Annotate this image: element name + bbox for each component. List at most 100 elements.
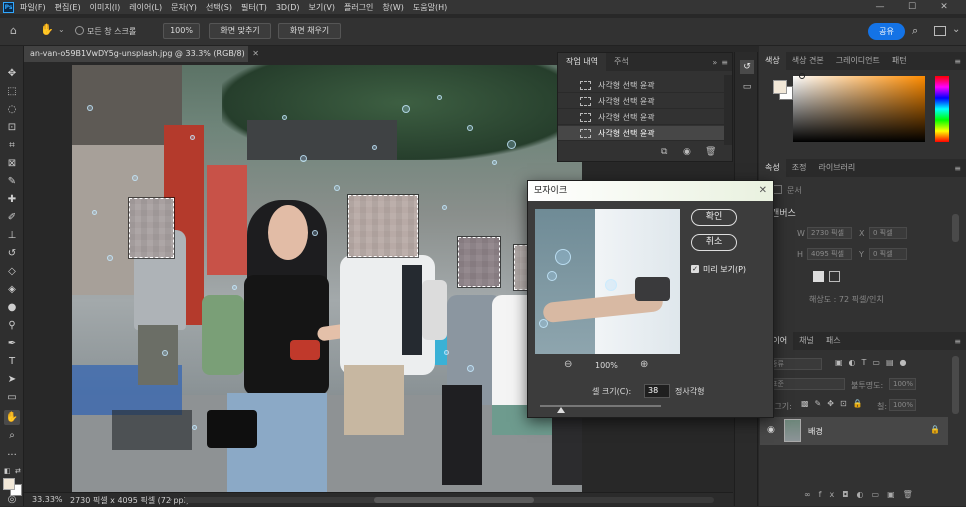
hue-slider[interactable]: [935, 76, 949, 142]
new-document-from-state-icon[interactable]: ⧉: [661, 147, 667, 157]
search-icon[interactable]: ⌕: [912, 24, 918, 38]
panel-menu-icon[interactable]: ≡: [954, 337, 966, 346]
tab-swatches[interactable]: 색상 견본: [786, 52, 830, 70]
fill-field[interactable]: 100%: [889, 399, 916, 411]
menu-item[interactable]: 문자(Y): [171, 2, 197, 13]
history-brush-tool-icon[interactable]: ↺: [4, 246, 20, 261]
color-picker-cursor[interactable]: [799, 73, 805, 79]
cancel-button[interactable]: 취소: [691, 234, 737, 251]
crop-tool-icon[interactable]: ⌗: [4, 138, 20, 153]
scrollbar-thumb[interactable]: [374, 497, 534, 503]
snapshot-camera-icon[interactable]: ◉: [683, 147, 691, 157]
foreground-color-swatch[interactable]: [773, 80, 787, 94]
menu-item[interactable]: 3D(D): [276, 3, 300, 12]
frame-tool-icon[interactable]: ⊠: [4, 156, 20, 171]
home-icon[interactable]: ⌂: [10, 24, 17, 37]
comments-panel-icon[interactable]: ▭: [740, 80, 754, 94]
tab-color[interactable]: 색상: [759, 52, 786, 70]
history-row[interactable]: 사각형 선택 윤곽: [558, 126, 724, 141]
path-selection-tool-icon[interactable]: ➤: [4, 372, 20, 387]
cell-size-input[interactable]: 38: [644, 384, 670, 398]
object-selection-tool-icon[interactable]: ⊡: [4, 120, 20, 135]
tab-patterns[interactable]: 패턴: [886, 52, 913, 70]
default-colors-icon[interactable]: ◧: [4, 467, 11, 475]
workspace-chevron-icon[interactable]: ⌄: [952, 24, 960, 35]
scroll-all-checkbox[interactable]: [75, 26, 84, 35]
swap-colors-icon[interactable]: ⇄: [15, 467, 21, 475]
horizontal-scrollbar[interactable]: [184, 497, 714, 503]
menu-item[interactable]: 선택(S): [206, 2, 232, 13]
menu-item[interactable]: 필터(T): [241, 2, 267, 13]
blur-tool-icon[interactable]: ●: [4, 300, 20, 315]
layer-name[interactable]: 배경: [808, 426, 823, 437]
dodge-tool-icon[interactable]: ⚲: [4, 318, 20, 333]
eyedropper-tool-icon[interactable]: ✎: [4, 174, 20, 189]
clone-stamp-tool-icon[interactable]: ⊥: [4, 228, 20, 243]
history-row[interactable]: 사각형 선택 윤곽: [558, 78, 724, 93]
lock-icon[interactable]: 🔒: [930, 425, 940, 434]
lock-icons[interactable]: ▩✎✥⊡🔒: [801, 399, 869, 408]
preview-checkbox[interactable]: ✓: [691, 265, 699, 273]
hand-tool-icon[interactable]: ✋: [40, 23, 54, 36]
history-row[interactable]: 사각형 선택 윤곽: [558, 110, 724, 125]
healing-brush-tool-icon[interactable]: ✚: [4, 192, 20, 207]
minimize-icon[interactable]: —: [874, 1, 886, 13]
menu-item[interactable]: 보기(V): [309, 2, 335, 13]
panel-menu-icon[interactable]: ≡: [954, 57, 966, 66]
panel-menu-icon[interactable]: ≡: [721, 58, 732, 67]
quick-mask-icon[interactable]: ◎: [4, 492, 20, 507]
blend-mode-select[interactable]: 표준: [767, 378, 845, 390]
portrait-orientation-icon[interactable]: [813, 271, 824, 282]
menu-item[interactable]: 편집(E): [55, 2, 81, 13]
photo-canvas[interactable]: [72, 65, 582, 493]
share-button[interactable]: 공유: [868, 23, 905, 40]
eraser-tool-icon[interactable]: ◇: [4, 264, 20, 279]
move-tool-icon[interactable]: ✥: [4, 66, 20, 81]
filter-preview[interactable]: [535, 209, 680, 354]
hand-tool-icon[interactable]: ✋: [4, 410, 20, 425]
tab-paths[interactable]: 패스: [820, 332, 847, 350]
tool-preset-chevron-icon[interactable]: ⌄: [58, 25, 65, 34]
more-tools-icon[interactable]: ···: [4, 448, 20, 463]
pen-tool-icon[interactable]: ✒: [4, 336, 20, 351]
layer-row[interactable]: ◉ 배경 🔒: [760, 417, 948, 445]
maximize-icon[interactable]: ☐: [906, 1, 918, 13]
history-panel-icon[interactable]: ↺: [740, 60, 754, 74]
history-row[interactable]: 사각형 선택 윤곽: [558, 94, 724, 109]
tab-notes[interactable]: 주석: [606, 53, 637, 71]
brush-tool-icon[interactable]: ✐: [4, 210, 20, 225]
tab-libraries[interactable]: 라이브러리: [812, 159, 861, 177]
y-field[interactable]: 0 픽셀: [869, 248, 907, 260]
zoom-status[interactable]: 33.33%: [32, 495, 63, 504]
history-scrollbar[interactable]: [724, 75, 732, 145]
color-picker-field[interactable]: [793, 76, 925, 142]
status-chevron-icon[interactable]: ›: [169, 495, 172, 504]
ok-button[interactable]: 확인: [691, 209, 737, 226]
fit-screen-button[interactable]: 화면 맞추기: [209, 23, 271, 39]
paint-bucket-tool-icon[interactable]: ◈: [4, 282, 20, 297]
visibility-eye-icon[interactable]: ◉: [767, 425, 775, 435]
x-field[interactable]: 0 픽셀: [869, 227, 907, 239]
fill-screen-button[interactable]: 화면 채우기: [278, 23, 341, 39]
lasso-tool-icon[interactable]: ◌: [4, 102, 20, 117]
zoom-out-icon[interactable]: ⊖: [564, 359, 572, 370]
tab-properties[interactable]: 속성: [759, 159, 786, 177]
menu-item[interactable]: 이미지(I): [90, 2, 121, 13]
document-tab[interactable]: an-van-o59B1VwDY5g-unsplash.jpg @ 33.3% …: [24, 46, 259, 62]
zoom-100-button[interactable]: 100%: [163, 23, 200, 39]
rectangle-tool-icon[interactable]: ▭: [4, 390, 20, 405]
properties-scrollbar[interactable]: [952, 214, 959, 242]
landscape-orientation-icon[interactable]: [829, 271, 840, 282]
layer-filter-icons[interactable]: ▣◐T▭▤●: [835, 358, 913, 367]
panel-collapse-icon[interactable]: »: [712, 58, 721, 67]
close-icon[interactable]: ✕: [759, 181, 767, 201]
layers-scrollbar[interactable]: [952, 356, 959, 414]
menu-item[interactable]: 창(W): [382, 2, 404, 13]
layer-actions-icons[interactable]: ∞fx◘◐▭▣🗑: [804, 490, 921, 499]
cell-size-slider-thumb[interactable]: [556, 407, 565, 413]
menu-item[interactable]: 파일(F): [20, 2, 46, 13]
foreground-color-swatch[interactable]: [3, 478, 15, 490]
width-field[interactable]: 2730 픽셀: [807, 227, 852, 239]
menu-item[interactable]: 레이어(L): [129, 2, 162, 13]
type-tool-icon[interactable]: T: [4, 354, 20, 369]
